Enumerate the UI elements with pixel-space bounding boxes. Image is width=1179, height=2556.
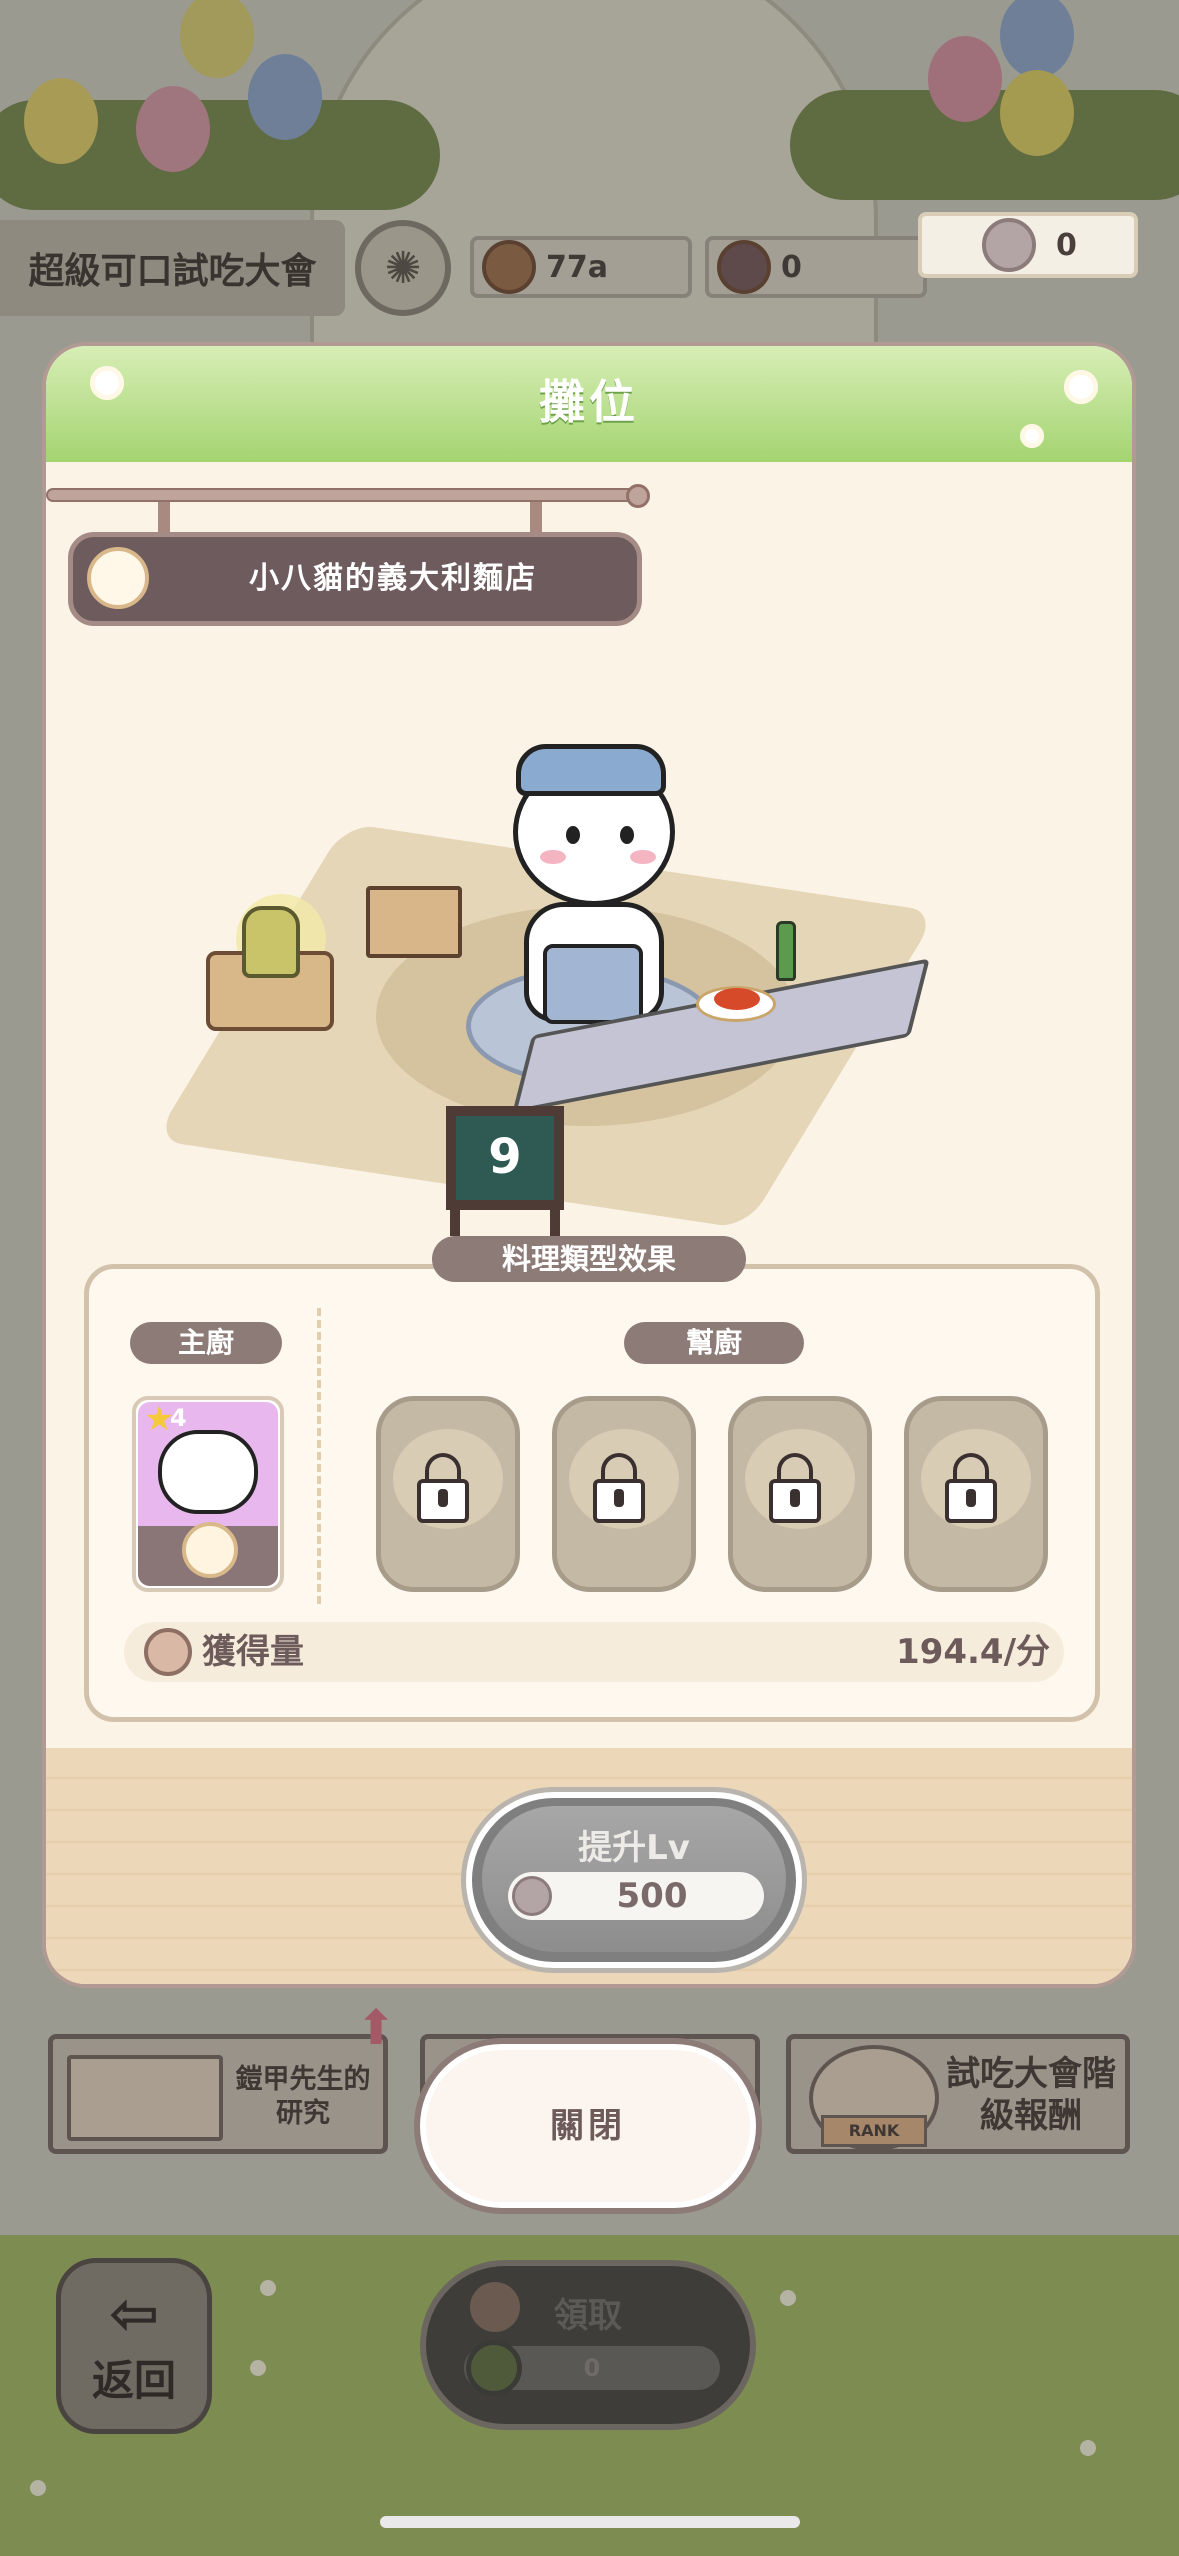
upgrade-cost: 500 — [616, 1876, 688, 1916]
hammer-counter: 0 — [705, 236, 927, 298]
ticket-icon — [512, 1876, 552, 1916]
ticket-value: 0 — [1056, 227, 1077, 263]
chef-hat — [516, 744, 666, 796]
coin-icon — [482, 240, 536, 294]
event-title: 超級可口試吃大會 — [0, 220, 345, 316]
lantern-icon — [242, 906, 300, 978]
sous-chef-slot-locked[interactable] — [552, 1396, 696, 1592]
chef-eye — [566, 826, 580, 844]
grass-flower — [250, 2360, 266, 2376]
ticket-counter: 0 — [918, 212, 1138, 278]
rank-reward-card[interactable]: RANK 試吃大會階級報酬 — [786, 2034, 1130, 2154]
back-label: 返回 — [91, 2356, 176, 2405]
stall-number-board: 9 — [446, 1106, 564, 1210]
chef-hat-icon — [144, 1628, 192, 1676]
flower-icon — [1020, 424, 1044, 448]
balloon — [136, 86, 210, 172]
book-icon — [67, 2055, 223, 2141]
head-chef-label: 主廚 — [130, 1322, 282, 1364]
balloon — [24, 78, 98, 164]
research-card[interactable]: 鎧甲先生的研究 — [48, 2034, 388, 2154]
rank-reward-label: 試吃大會階級報酬 — [946, 2054, 1116, 2136]
keyhole — [966, 1489, 976, 1507]
effect-title: 料理類型效果 — [432, 1236, 746, 1282]
sign-hanger — [530, 502, 542, 534]
rank-badge: RANK — [821, 2115, 927, 2147]
keyhole — [790, 1489, 800, 1507]
close-button[interactable]: 關閉 — [420, 2044, 756, 2208]
sous-chef-slot-locked[interactable] — [904, 1396, 1048, 1592]
grass-flower — [260, 2280, 276, 2296]
ticket-icon — [982, 218, 1036, 272]
flower-icon — [90, 366, 124, 400]
claim-button[interactable] — [420, 2260, 756, 2430]
grass-flower — [1080, 2440, 1096, 2456]
stall-modal: 攤位 小八貓的義大利麵店 9 料理類型效果 主廚 幫廚 ★ 4 獲得量 194.… — [42, 342, 1136, 1988]
currency-value: 77a — [546, 249, 608, 285]
keyhole — [438, 1489, 448, 1507]
modal-title: 攤位 — [539, 375, 639, 429]
back-button[interactable]: ⇦ 返回 — [56, 2258, 212, 2434]
hammer-icon — [717, 240, 771, 294]
board-leg — [450, 1208, 460, 1236]
grass-flower — [780, 2290, 796, 2306]
board-leg — [550, 1208, 560, 1236]
chef-blush — [540, 850, 566, 864]
cardboard-box — [366, 886, 462, 958]
claim-value: 0 — [583, 2354, 601, 2382]
head-chef-stars: 4 — [170, 1404, 187, 1432]
research-label: 鎧甲先生的研究 — [235, 2064, 371, 2129]
panel-divider — [317, 1308, 321, 1604]
sauce-bottle — [776, 921, 796, 981]
balloon — [928, 36, 1002, 122]
claim-label: 領取 — [554, 2296, 622, 2336]
chef-eye — [620, 826, 634, 844]
home-indicator[interactable] — [380, 2516, 800, 2528]
sign-hanger — [158, 502, 170, 534]
yield-value: 194.4/分 — [896, 1632, 1050, 1672]
chef-blush — [630, 850, 656, 864]
pasta-icon — [714, 988, 760, 1010]
sous-chef-label: 幫廚 — [624, 1322, 804, 1364]
hammer-value: 0 — [781, 249, 802, 285]
pasta-bowl-icon — [87, 547, 149, 609]
shop-name: 小八貓的義大利麵店 — [249, 561, 537, 596]
balloon — [248, 54, 322, 140]
yield-label: 獲得量 — [202, 1632, 304, 1672]
arrow-up-icon: ⬆ — [356, 2000, 397, 2056]
sign-rod — [46, 488, 642, 502]
sous-chef-slot-locked[interactable] — [376, 1396, 520, 1592]
head-chef-portrait — [158, 1430, 258, 1514]
exit-icon: ⇦ — [108, 2279, 160, 2349]
pasta-bowl-icon — [182, 1522, 238, 1578]
keyhole — [614, 1489, 624, 1507]
chef-apron — [543, 944, 643, 1024]
grass-flower — [30, 2480, 46, 2496]
shop-sign: 小八貓的義大利麵店 — [68, 532, 642, 626]
sous-chef-slot-locked[interactable] — [728, 1396, 872, 1592]
currency-counter: 77a — [470, 236, 692, 298]
sign-rod-end — [626, 484, 650, 508]
upgrade-label: 提升Lv — [578, 1828, 690, 1868]
flower-icon — [1064, 370, 1098, 404]
lightbulb-icon[interactable]: ✺ — [355, 220, 451, 316]
balloon — [1000, 70, 1074, 156]
